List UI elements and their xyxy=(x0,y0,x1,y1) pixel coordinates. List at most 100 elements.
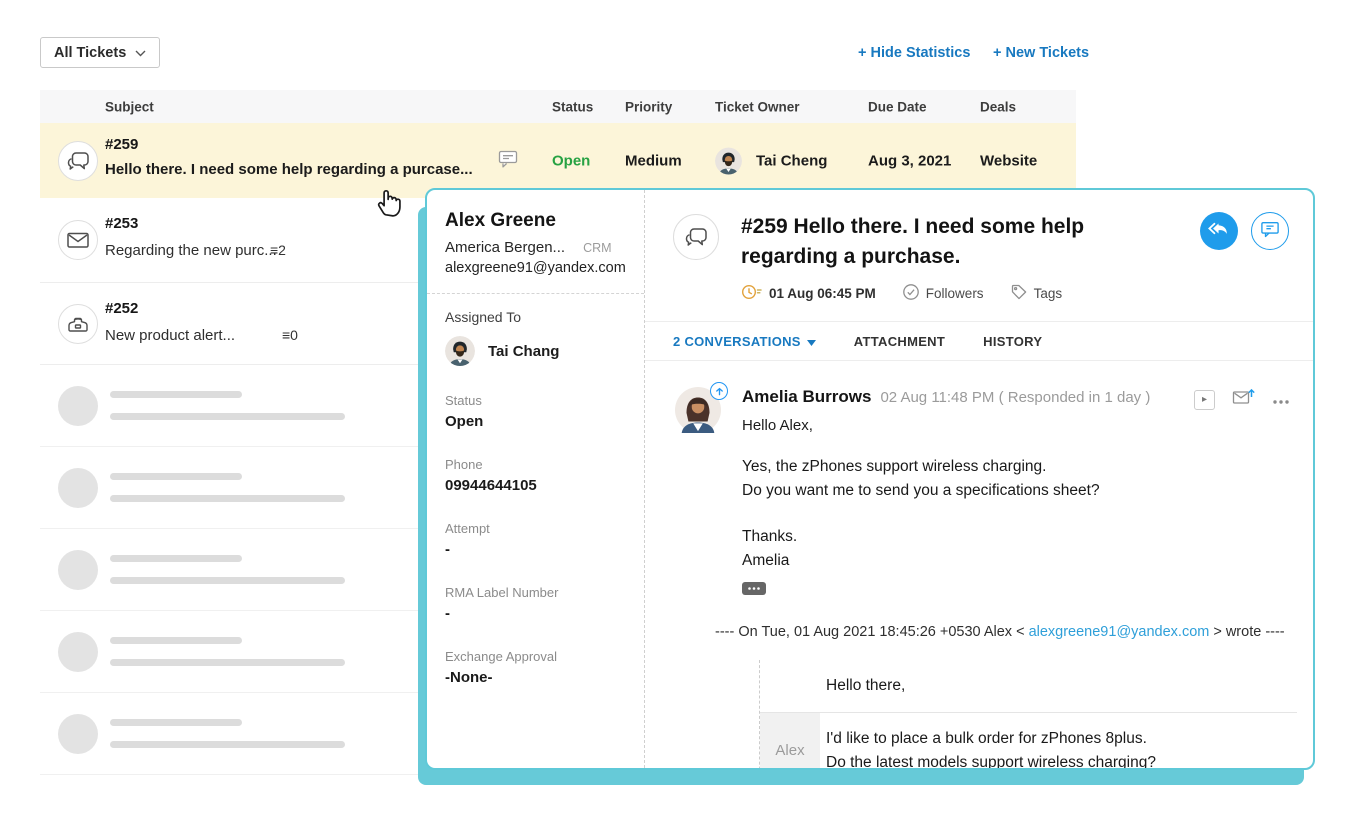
quoted-row: Hello there, xyxy=(760,660,1297,713)
column-header-priority: Priority xyxy=(625,99,672,114)
ticket-id: #252 xyxy=(105,300,138,317)
tab-attachment[interactable]: ATTACHMENT xyxy=(854,334,945,349)
quoted-row: Alex I'd like to place a bulk order for … xyxy=(760,713,1297,771)
ticket-detail-panel: Alex Greene America Bergen... CRM alexgr… xyxy=(425,188,1315,770)
ticket-subject: Regarding the new purc... xyxy=(105,242,277,259)
conversation-pane: #259 Hello there. I need some help regar… xyxy=(645,190,1313,768)
contact-name: Alex Greene xyxy=(445,210,630,232)
divider xyxy=(427,293,644,294)
assignee-avatar xyxy=(445,336,475,366)
spacer xyxy=(742,502,1291,525)
chevron-down-icon xyxy=(135,45,146,61)
followers-button[interactable]: Followers xyxy=(902,283,984,304)
ticket-owner: Tai Cheng xyxy=(715,147,827,174)
field-status: Status Open xyxy=(445,393,630,430)
skeleton-bar xyxy=(110,659,345,666)
message-line: Yes, the zPhones support wireless chargi… xyxy=(742,455,1291,479)
ticket-timestamp: 01 Aug 06:45 PM xyxy=(741,283,876,304)
ticket-status: Open xyxy=(552,152,590,169)
ticket-id: #259 xyxy=(105,136,138,153)
skeleton-avatar xyxy=(58,632,98,672)
phone-channel-icon xyxy=(58,304,98,344)
ticket-actions xyxy=(1200,212,1295,250)
tab-history[interactable]: HISTORY xyxy=(983,334,1042,349)
column-header-status: Status xyxy=(552,99,593,114)
caret-down-icon xyxy=(807,334,816,349)
email-channel-icon xyxy=(58,220,98,260)
quoted-message: I'd like to place a bulk order for zPhon… xyxy=(820,713,1297,771)
skeleton-avatar xyxy=(58,714,98,754)
skeleton-bar xyxy=(110,473,242,480)
ticket-view-filter[interactable]: All Tickets xyxy=(40,37,160,68)
reply-button[interactable] xyxy=(1200,212,1238,250)
sender-avatar xyxy=(675,387,721,433)
filter-label: All Tickets xyxy=(54,45,126,61)
contact-company-row: America Bergen... CRM xyxy=(445,239,630,256)
ticket-row-259[interactable]: #259 Hello there. I need some help regar… xyxy=(40,123,1076,198)
hand-cursor-icon xyxy=(374,184,408,223)
thread-count: ≡0 xyxy=(282,327,298,343)
quoted-gutter xyxy=(760,660,820,712)
ticket-deals: Website xyxy=(980,152,1037,169)
quoted-email-link[interactable]: alexgreene91@yandex.com xyxy=(1025,624,1214,640)
new-tickets-link[interactable]: + New Tickets xyxy=(993,45,1089,61)
column-header-deals: Deals xyxy=(980,99,1016,114)
helpdesk-page: All Tickets + Hide Statistics + New Tick… xyxy=(0,0,1356,836)
contact-company: America Bergen... xyxy=(445,239,565,256)
assigned-to-label: Assigned To xyxy=(445,309,630,325)
comment-button[interactable] xyxy=(1251,212,1289,250)
sender-name: Amelia Burrows xyxy=(742,387,871,407)
skeleton-bar xyxy=(110,391,242,398)
assignee-selector[interactable]: Tai Chang xyxy=(445,336,630,366)
forward-email-icon[interactable] xyxy=(1232,387,1256,412)
expand-message-button[interactable]: ▸ xyxy=(1194,390,1215,410)
quoted-greeting: Hello there, xyxy=(820,660,1297,712)
comment-indicator-icon[interactable] xyxy=(498,149,518,172)
more-options-icon[interactable] xyxy=(1273,391,1289,409)
column-header-due-date: Due Date xyxy=(868,99,927,114)
thread-count-icon: ≡ xyxy=(282,327,290,343)
skeleton-bar xyxy=(110,637,242,644)
chat-channel-icon xyxy=(673,214,719,260)
hide-statistics-link[interactable]: + Hide Statistics xyxy=(858,45,970,61)
message-timestamp: 02 Aug 11:48 PM ( Responded in 1 day ) xyxy=(880,389,1150,406)
tab-conversations[interactable]: 2 CONVERSATIONS xyxy=(673,334,816,349)
thread-count-icon: ≡ xyxy=(270,242,278,258)
message-line: Do you want me to send you a specificati… xyxy=(742,479,1291,503)
ticket-header: #259 Hello there. I need some help regar… xyxy=(645,190,1313,321)
message-body: Yes, the zPhones support wireless chargi… xyxy=(742,455,1291,770)
show-quoted-text-button[interactable] xyxy=(742,582,766,595)
crm-tag: CRM xyxy=(583,241,611,255)
quoted-email-header: ---- On Tue, 01 Aug 2021 18:45:26 +0530 … xyxy=(715,621,1291,645)
chat-channel-icon xyxy=(58,141,98,181)
author-line: Amelia Burrows 02 Aug 11:48 PM ( Respond… xyxy=(742,387,1291,412)
skeleton-avatar xyxy=(58,550,98,590)
follower-check-icon xyxy=(902,283,920,304)
ticket-title: #259 Hello there. I need some help regar… xyxy=(741,212,1151,272)
message-actions: ▸ xyxy=(1194,387,1291,412)
conversation-thread: Amelia Burrows 02 Aug 11:48 PM ( Respond… xyxy=(645,361,1313,770)
ticket-id: #253 xyxy=(105,215,138,232)
message-header: Amelia Burrows 02 Aug 11:48 PM ( Respond… xyxy=(675,387,1291,434)
comment-icon xyxy=(1260,220,1280,243)
message-signoff: Thanks. xyxy=(742,525,1291,549)
field-attempt: Attempt - xyxy=(445,521,630,558)
skeleton-bar xyxy=(110,719,242,726)
clock-icon xyxy=(741,283,763,304)
quoted-message-block: Hello there, Alex I'd like to place a bu… xyxy=(759,660,1297,771)
column-header-subject: Subject xyxy=(105,99,154,114)
skeleton-avatar xyxy=(58,468,98,508)
tags-button[interactable]: Tags xyxy=(1010,283,1063,304)
table-header-row: Subject Status Priority Ticket Owner Due… xyxy=(40,90,1076,123)
assignee-name: Tai Chang xyxy=(488,343,559,360)
quoted-author: Alex xyxy=(760,713,820,771)
contact-email[interactable]: alexgreene91@yandex.com xyxy=(445,260,630,276)
owner-avatar xyxy=(715,147,742,174)
ticket-priority: Medium xyxy=(625,152,682,169)
skeleton-avatar xyxy=(58,386,98,426)
skeleton-bar xyxy=(110,577,345,584)
ticket-meta-row: 01 Aug 06:45 PM Followers Tags xyxy=(741,283,1178,321)
thread-count: ≡2 xyxy=(270,242,286,258)
field-exchange-approval: Exchange Approval -None- xyxy=(445,649,630,686)
ticket-properties-sidebar: Alex Greene America Bergen... CRM alexgr… xyxy=(427,190,645,768)
